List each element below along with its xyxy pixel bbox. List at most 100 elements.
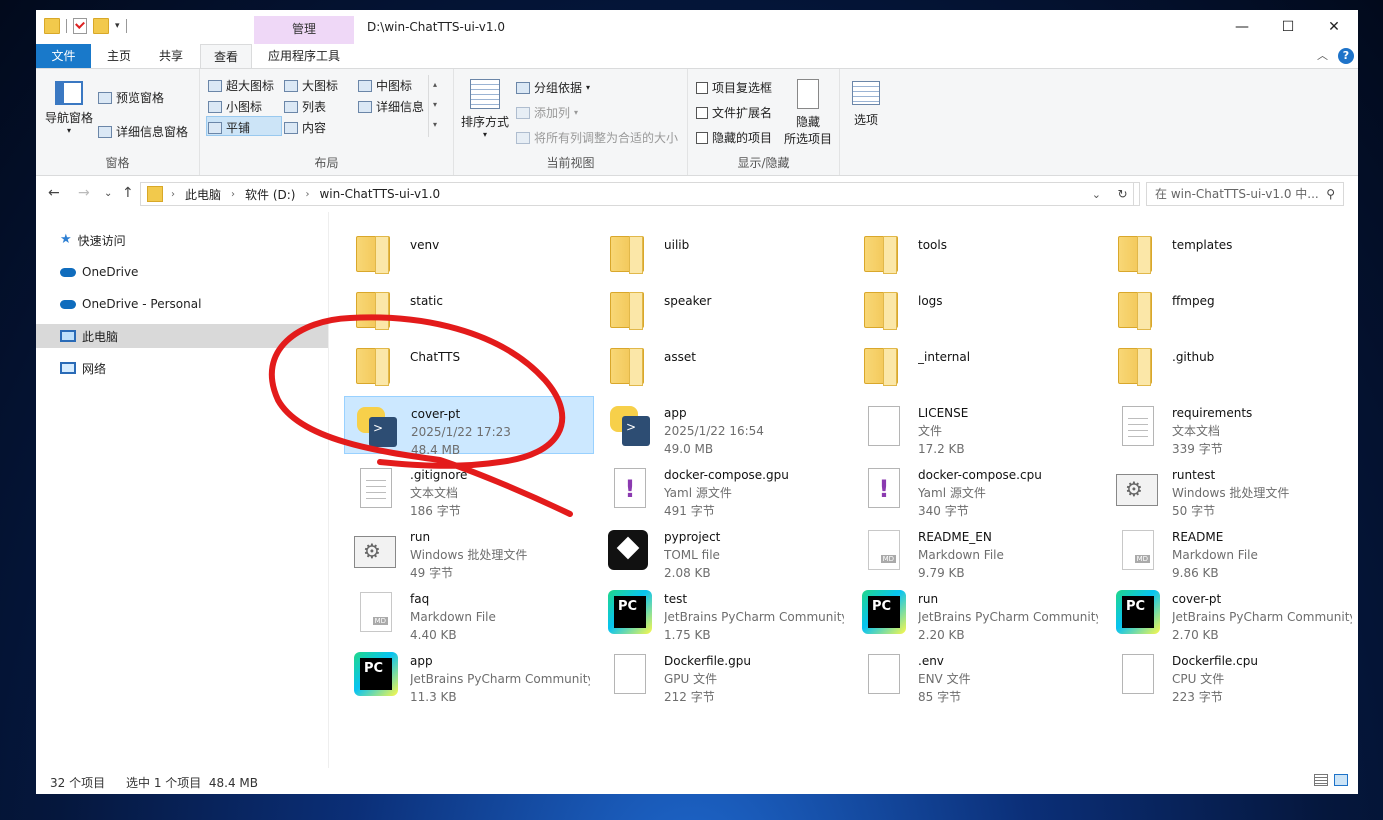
sort-by-button[interactable]: 排序方式 ▾ bbox=[458, 79, 512, 139]
add-column-icon bbox=[516, 106, 530, 119]
tab-view[interactable]: 查看 bbox=[200, 44, 252, 68]
file-item[interactable]: README Markdown File 9.86 KB bbox=[1106, 520, 1356, 580]
tab-share[interactable]: 共享 bbox=[148, 44, 194, 68]
folder-item[interactable]: speaker bbox=[598, 278, 848, 334]
file-item[interactable]: test JetBrains PyCharm Community... 1.75 K… bbox=[598, 582, 848, 642]
file-item[interactable]: run Windows 批处理文件 49 字节 bbox=[344, 520, 594, 580]
checkbox[interactable] bbox=[696, 106, 708, 119]
folder-item[interactable]: venv bbox=[344, 222, 594, 278]
nav-item-onedrive[interactable]: OneDrive bbox=[36, 260, 328, 284]
folder-item[interactable]: asset bbox=[598, 334, 848, 390]
file-item[interactable]: pyproject TOML file 2.08 KB bbox=[598, 520, 848, 580]
options-button[interactable]: 选项 bbox=[846, 81, 886, 128]
tab-app-tools[interactable]: 应用程序工具 bbox=[256, 44, 352, 68]
ribbon: 导航窗格 ▾ 预览窗格 详细信息窗格 窗格 超大图标 大图标 中图标 小图标 列… bbox=[36, 68, 1358, 176]
large-icons-view-icon[interactable] bbox=[1334, 774, 1348, 786]
checkbox[interactable] bbox=[696, 81, 708, 94]
item-text: LICENSE 文件 17.2 KB bbox=[918, 404, 1098, 458]
file-extensions-toggle[interactable]: 文件扩展名 bbox=[696, 104, 772, 121]
content-icon bbox=[284, 121, 298, 134]
layout-tiles[interactable]: 平铺 bbox=[208, 119, 250, 136]
layout-extra-large-icons[interactable]: 超大图标 bbox=[208, 77, 274, 94]
layout-content[interactable]: 内容 bbox=[284, 119, 326, 136]
nav-pane-button[interactable]: 导航窗格 ▾ bbox=[42, 81, 96, 135]
ribbon-tabs: 文件 主页 共享 查看 应用程序工具 ︿ ? bbox=[36, 44, 1358, 68]
recent-locations-chevron-icon[interactable]: ⌄ bbox=[104, 188, 112, 199]
collapse-ribbon-icon[interactable]: ︿ bbox=[1317, 47, 1328, 63]
breadcrumb-drive-d[interactable]: 软件 (D:) bbox=[245, 186, 295, 203]
file-item[interactable]: ! docker-compose.cpu Yaml 源文件 340 字节 bbox=[852, 458, 1102, 518]
hide-selected-button[interactable]: 隐藏 所选项目 bbox=[780, 79, 836, 147]
file-item[interactable]: > cover-pt 2025/1/22 17:23 48.4 MB bbox=[344, 396, 594, 457]
file-item[interactable]: faq Markdown File 4.40 KB bbox=[344, 582, 594, 642]
item-size: 9.79 KB bbox=[918, 566, 965, 580]
file-item[interactable]: Dockerfile.cpu CPU 文件 223 字节 bbox=[1106, 644, 1356, 704]
folder-item[interactable]: _internal bbox=[852, 334, 1102, 390]
breadcrumb-current-folder[interactable]: win-ChatTTS-ui-v1.0 bbox=[319, 187, 440, 201]
checkbox[interactable] bbox=[696, 131, 708, 144]
star-icon: ★ bbox=[60, 232, 72, 247]
details-view-icon[interactable] bbox=[1314, 774, 1328, 786]
maximize-button[interactable]: ☐ bbox=[1265, 10, 1311, 44]
layout-scroll[interactable]: ▴ ▾ ▾ bbox=[428, 75, 441, 137]
layout-large-icons[interactable]: 大图标 bbox=[284, 77, 338, 94]
layout-small-icons[interactable]: 小图标 bbox=[208, 98, 262, 115]
file-item[interactable]: cover-pt JetBrains PyCharm Community... 2.… bbox=[1106, 582, 1356, 642]
item-name: runtest bbox=[1172, 468, 1216, 482]
breadcrumb-this-pc[interactable]: 此电脑 bbox=[185, 186, 221, 203]
file-item[interactable]: LICENSE 文件 17.2 KB bbox=[852, 396, 1102, 456]
help-icon[interactable]: ? bbox=[1338, 48, 1354, 64]
item-checkboxes-toggle[interactable]: 项目复选框 bbox=[696, 79, 772, 96]
file-item[interactable]: ! docker-compose.gpu Yaml 源文件 491 字节 bbox=[598, 458, 848, 518]
folder-item[interactable]: ChatTTS bbox=[344, 334, 594, 390]
folder-item[interactable]: uilib bbox=[598, 222, 848, 278]
file-item[interactable]: run JetBrains PyCharm Community... 2.20 KB bbox=[852, 582, 1102, 642]
file-item[interactable]: requirements 文本文档 339 字节 bbox=[1106, 396, 1356, 456]
item-name: README bbox=[1172, 530, 1224, 544]
file-item[interactable]: runtest Windows 批处理文件 50 字节 bbox=[1106, 458, 1356, 518]
add-column-button[interactable]: 添加列 ▾ bbox=[516, 104, 578, 121]
file-item[interactable]: Dockerfile.gpu GPU 文件 212 字节 bbox=[598, 644, 848, 704]
back-arrow-icon[interactable]: ← bbox=[48, 185, 60, 201]
properties-icon[interactable] bbox=[73, 18, 87, 34]
size-all-columns-button[interactable]: 将所有列调整为合适的大小 bbox=[516, 129, 678, 146]
layout-list[interactable]: 列表 bbox=[284, 98, 326, 115]
nav-item-network[interactable]: 网络 bbox=[36, 356, 328, 380]
folder-item[interactable]: tools bbox=[852, 222, 1102, 278]
nav-item-this-pc[interactable]: 此电脑 bbox=[36, 324, 328, 348]
tab-home[interactable]: 主页 bbox=[96, 44, 142, 68]
folder-item[interactable]: .github bbox=[1106, 334, 1356, 390]
file-item[interactable]: .gitignore 文本文档 186 字节 bbox=[344, 458, 594, 518]
item-text: .gitignore 文本文档 186 字节 bbox=[410, 466, 590, 520]
file-item[interactable]: app JetBrains PyCharm Community... 11.3 KB bbox=[344, 644, 594, 704]
file-item[interactable]: > app 2025/1/22 16:54 49.0 MB bbox=[598, 396, 848, 456]
folder-item[interactable]: templates bbox=[1106, 222, 1356, 278]
nav-item-onedrive-personal[interactable]: OneDrive - Personal bbox=[36, 292, 328, 316]
close-button[interactable]: ✕ bbox=[1311, 10, 1357, 44]
file-item[interactable]: .env ENV 文件 85 字节 bbox=[852, 644, 1102, 704]
group-by-button[interactable]: 分组依据 ▾ bbox=[516, 79, 590, 96]
address-dropdown-icon[interactable]: ⌄ bbox=[1092, 188, 1101, 201]
refresh-icon[interactable]: ↻ bbox=[1112, 182, 1134, 206]
up-arrow-icon[interactable]: ↑ bbox=[122, 185, 134, 201]
folder-item[interactable]: static bbox=[344, 278, 594, 334]
tab-file[interactable]: 文件 bbox=[36, 44, 91, 68]
item-name: README_EN bbox=[918, 530, 992, 544]
search-input[interactable]: 在 win-ChatTTS-ui-v1.0 中... ⚲ bbox=[1146, 182, 1344, 206]
minimize-button[interactable]: — bbox=[1219, 10, 1265, 44]
folder-item[interactable]: ffmpeg bbox=[1106, 278, 1356, 334]
folder-item[interactable]: logs bbox=[852, 278, 1102, 334]
forward-arrow-icon[interactable]: → bbox=[78, 185, 90, 201]
new-folder-icon[interactable] bbox=[93, 18, 109, 34]
layout-details[interactable]: 详细信息 bbox=[358, 98, 424, 115]
nav-item-quick-access[interactable]: ★ 快速访问 bbox=[36, 228, 328, 252]
customize-toolbar-dropdown-icon[interactable]: ▾ bbox=[115, 21, 120, 31]
layout-medium-icons[interactable]: 中图标 bbox=[358, 77, 412, 94]
address-bar[interactable]: › 此电脑 › 软件 (D:) › win-ChatTTS-ui-v1.0 ⌄ bbox=[140, 182, 1140, 206]
hidden-items-toggle[interactable]: 隐藏的项目 bbox=[696, 129, 772, 146]
group-panes: 导航窗格 ▾ 预览窗格 详细信息窗格 窗格 bbox=[36, 69, 200, 175]
chevron-down-icon: ▾ bbox=[586, 83, 591, 92]
preview-pane-button[interactable]: 预览窗格 bbox=[98, 89, 164, 106]
details-pane-button[interactable]: 详细信息窗格 bbox=[98, 123, 188, 140]
file-item[interactable]: README_EN Markdown File 9.79 KB bbox=[852, 520, 1102, 580]
